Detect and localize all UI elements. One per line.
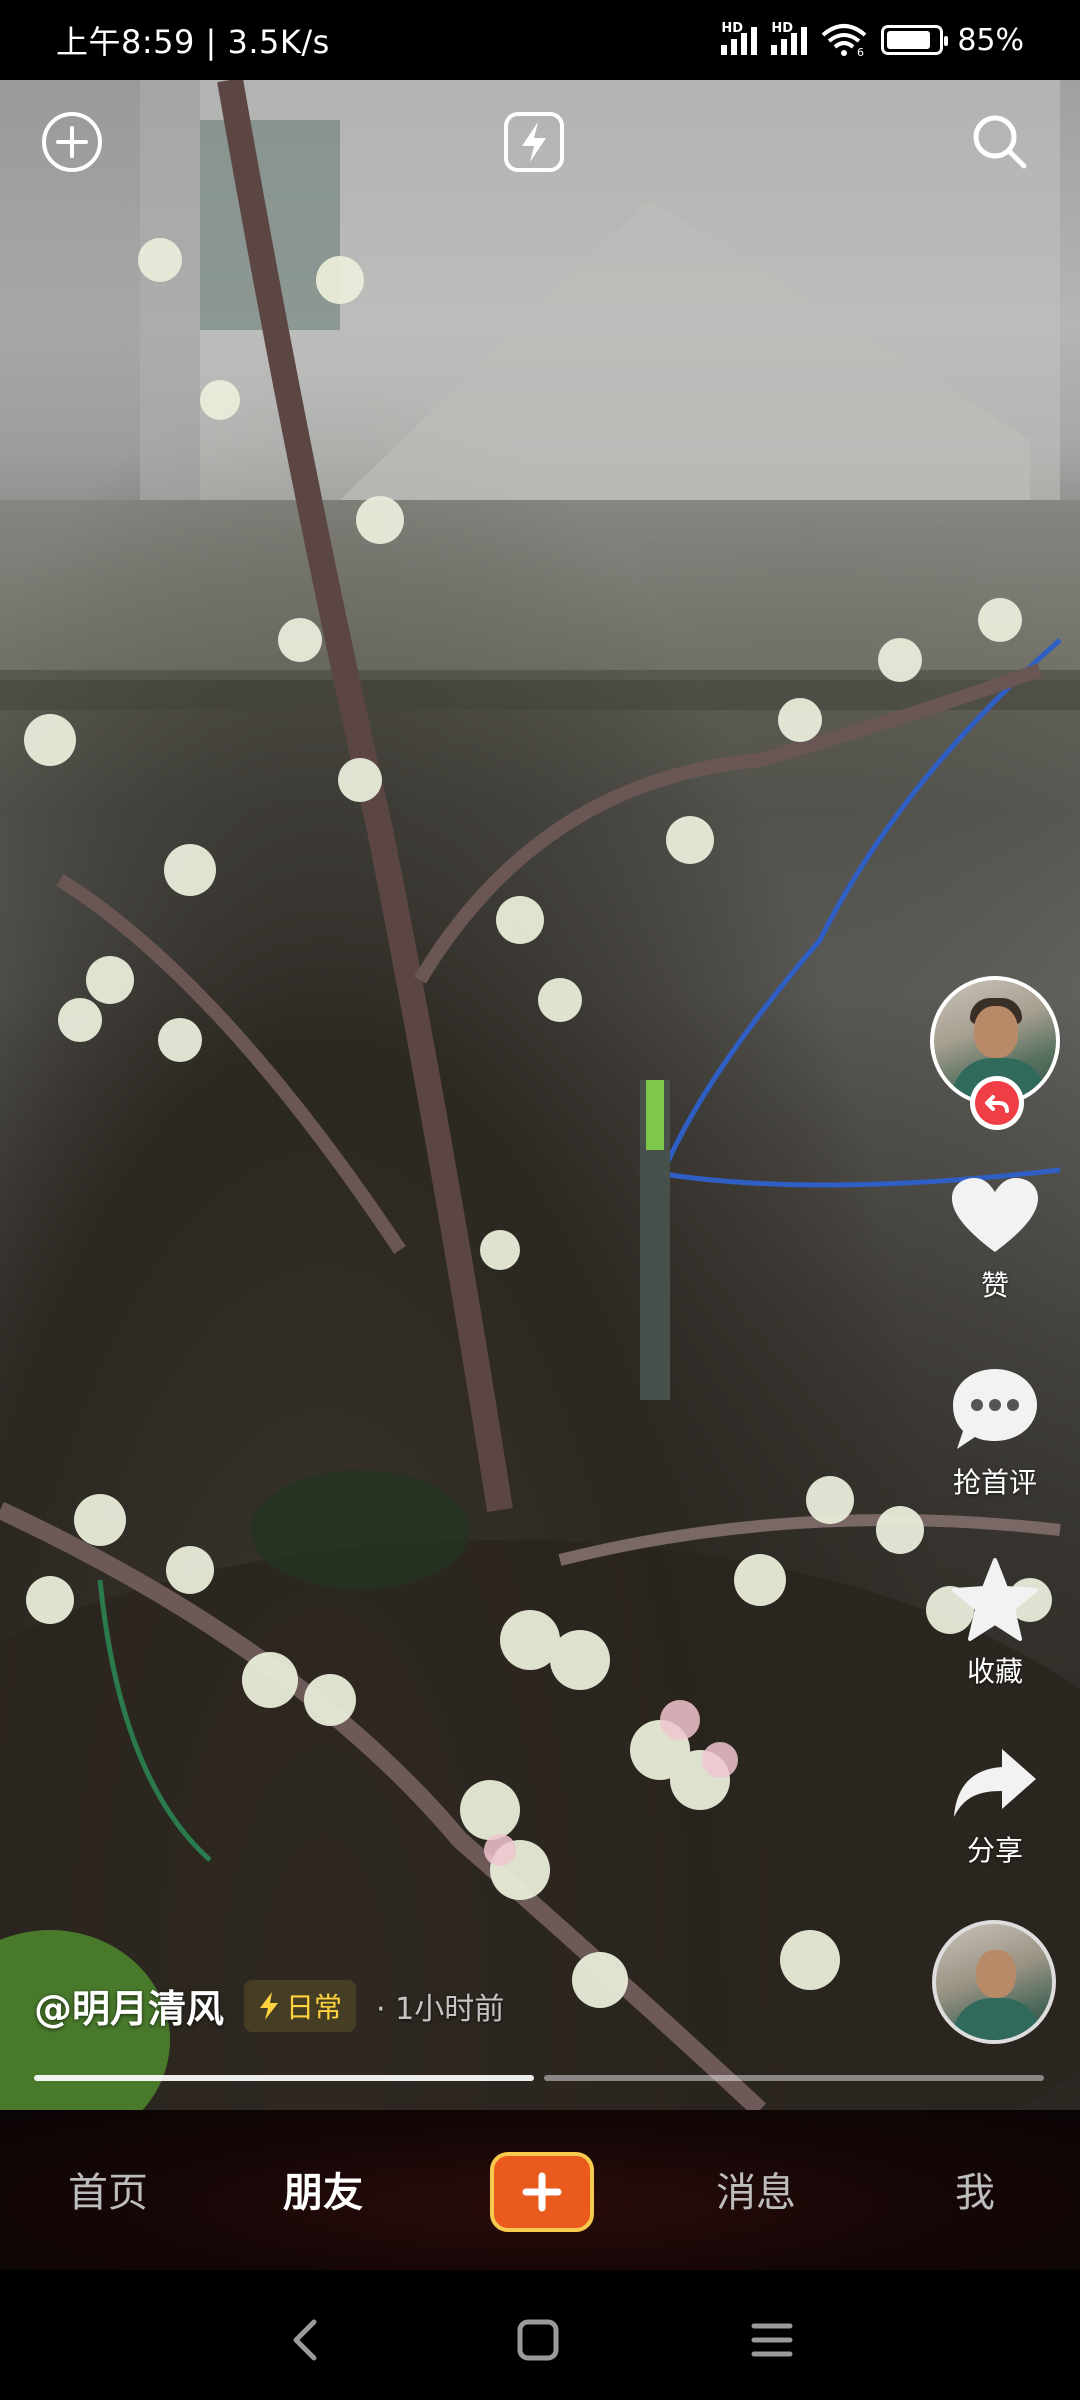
system-navigation-bar: [0, 2270, 1080, 2400]
search-icon: [973, 115, 1027, 169]
signal-icon: HD: [721, 21, 758, 55]
plus-icon: [522, 2172, 562, 2212]
battery-fill: [887, 31, 930, 49]
svg-text:6: 6: [857, 46, 864, 57]
like-label: 赞: [980, 1269, 1009, 1302]
like-button[interactable]: 赞: [930, 1176, 1060, 1304]
progress-segment-fill: [34, 2075, 534, 2081]
status-time-speed: 上午8:59 | 3.5K/s: [56, 23, 330, 61]
tab-home[interactable]: 首页: [68, 2160, 148, 2218]
battery-percent: 85%: [957, 22, 1024, 58]
comment-bubble-icon: [953, 1369, 1037, 1449]
share-button[interactable]: 分享: [930, 1745, 1060, 1869]
progress-segment: [34, 2075, 534, 2081]
recents-button[interactable]: [742, 2310, 802, 2370]
battery-icon: [881, 25, 949, 55]
post-time: · 1小时前: [376, 1991, 505, 2027]
create-post-button[interactable]: [490, 2152, 594, 2232]
video-frame: [0, 80, 1080, 2110]
author-name[interactable]: @明月清风: [34, 1978, 224, 2033]
tab-messages[interactable]: 消息: [716, 2160, 796, 2218]
return-arrow-icon: [985, 1095, 1009, 1113]
status-icons: HD HD 6 85%: [721, 21, 1024, 58]
search-button[interactable]: [968, 110, 1040, 182]
lightning-tag-icon: [260, 1991, 279, 2020]
progress-segment: [544, 2075, 1044, 2081]
favorite-button[interactable]: 收藏: [930, 1558, 1060, 1690]
comment-button[interactable]: 抢首评: [930, 1365, 1060, 1501]
wifi-icon: 6: [822, 24, 867, 57]
post-tag[interactable]: 日常: [244, 1979, 357, 2032]
share-arrow-icon: [954, 1749, 1036, 1817]
plus-circle-icon: [42, 112, 102, 172]
tab-me[interactable]: 我: [955, 2160, 995, 2218]
home-button[interactable]: [508, 2310, 568, 2370]
flash-button[interactable]: [502, 110, 574, 182]
home-square-icon: [517, 2319, 559, 2361]
heart-icon: [952, 1178, 1038, 1252]
tab-friends[interactable]: 朋友: [283, 2160, 363, 2218]
status-bar: 上午8:59 | 3.5K/s HD HD 6 85%: [0, 0, 1080, 80]
share-label: 分享: [966, 1834, 1023, 1867]
post-tag-label: 日常: [286, 1990, 343, 2024]
back-chevron-icon: [293, 2319, 317, 2361]
music-disc-button[interactable]: [932, 1920, 1056, 2044]
add-button[interactable]: [40, 110, 112, 182]
author-avatar-button[interactable]: [930, 976, 1060, 1130]
menu-lines-icon: [751, 2323, 793, 2357]
post-info: @明月清风 日常 · 1小时前: [34, 1978, 504, 2033]
back-button[interactable]: [276, 2310, 336, 2370]
follow-button[interactable]: [970, 1076, 1024, 1130]
star-icon: [952, 1558, 1038, 1641]
signal-icon-2: HD: [771, 21, 808, 55]
lightning-icon: [504, 112, 564, 172]
video-progress-bar[interactable]: [34, 2075, 1044, 2081]
video-player[interactable]: [0, 80, 1080, 2110]
favorite-label: 收藏: [966, 1655, 1023, 1688]
bottom-tab-bar: 首页 朋友 消息 我: [0, 2110, 1080, 2270]
comment-label: 抢首评: [952, 1466, 1037, 1499]
